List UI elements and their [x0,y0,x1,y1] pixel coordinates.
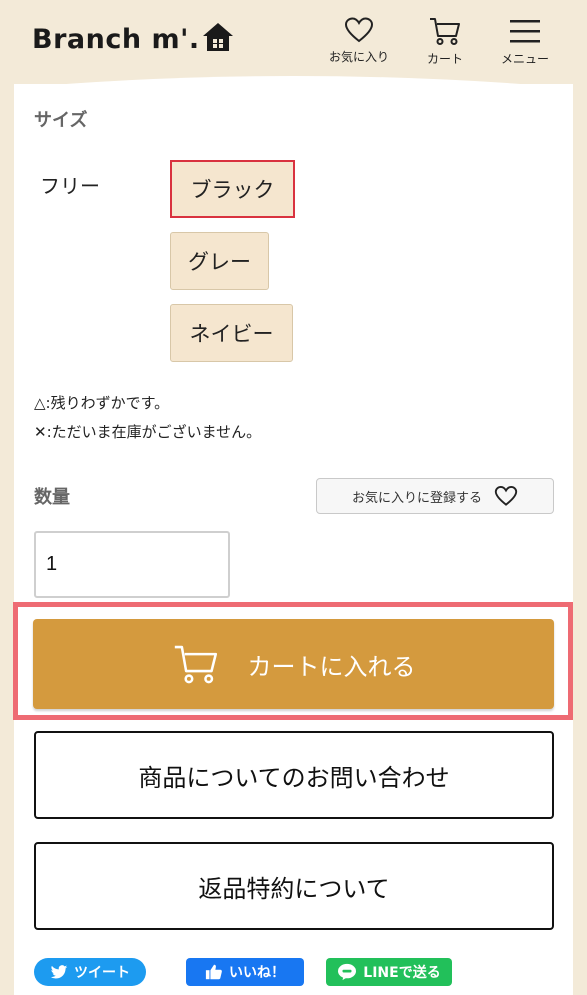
twitter-bird-icon [50,964,68,979]
product-inquiry-label: 商品についてのお問い合わせ [138,763,450,792]
color-option-label: ネイビー [189,322,274,346]
nav-cart[interactable]: カート [414,16,476,67]
cart-icon [430,18,460,45]
line-share-label: LINEで送る [363,965,441,981]
size-name: フリー [40,174,100,198]
site-logo[interactable]: Branch m'. [32,22,234,55]
panel-top-curve [14,76,573,100]
like-label: いいね！ [229,965,285,981]
add-to-cart-label: カートに入れる [247,652,416,681]
logo-text: Branch m'. [32,24,200,55]
add-favorite-label: お気に入りに登録する [351,490,482,506]
add-favorite-button[interactable]: お気に入りに登録する [316,478,554,514]
add-to-cart-button[interactable]: カートに入れる [33,619,554,709]
nav-favorites[interactable]: お気に入り [320,16,398,65]
quantity-label: 数量 [34,487,70,508]
thumbs-up-icon [205,964,222,980]
facebook-like-button[interactable]: いいね！ [186,958,304,986]
heart-icon [344,17,374,43]
cart-icon [174,645,217,684]
nav-favorites-label: お気に入り [328,50,389,64]
product-inquiry-button[interactable]: 商品についてのお問い合わせ [34,731,554,819]
color-option-label: ブラック [190,178,275,202]
stock-note-few-left: △:残りわずかです。 [34,394,170,412]
size-label: サイズ [34,110,88,131]
line-share-button[interactable]: LINEで送る [326,958,452,986]
color-option-gray[interactable]: グレー [170,232,269,290]
line-chat-icon [338,963,357,981]
product-page: Branch m'. お気に入り カート メニュー サイズ フリー ブラック グ… [0,0,587,995]
tweet-label: ツイート [74,965,130,981]
color-option-navy[interactable]: ネイビー [170,304,293,362]
color-option-label: グレー [188,250,251,274]
heart-icon [494,486,518,506]
hamburger-menu-icon [510,20,540,43]
quantity-input[interactable] [34,531,230,598]
house-icon [202,23,233,51]
nav-menu-label: メニュー [500,52,549,66]
tweet-button[interactable]: ツイート [34,958,146,986]
color-option-black[interactable]: ブラック [170,160,295,218]
stock-note-out-of-stock: ✕:ただいま在庫がございません。 [34,423,262,441]
return-policy-button[interactable]: 返品特約について [34,842,554,930]
nav-cart-label: カート [426,52,463,66]
return-policy-label: 返品特約について [198,874,390,903]
nav-menu[interactable]: メニュー [492,16,558,67]
